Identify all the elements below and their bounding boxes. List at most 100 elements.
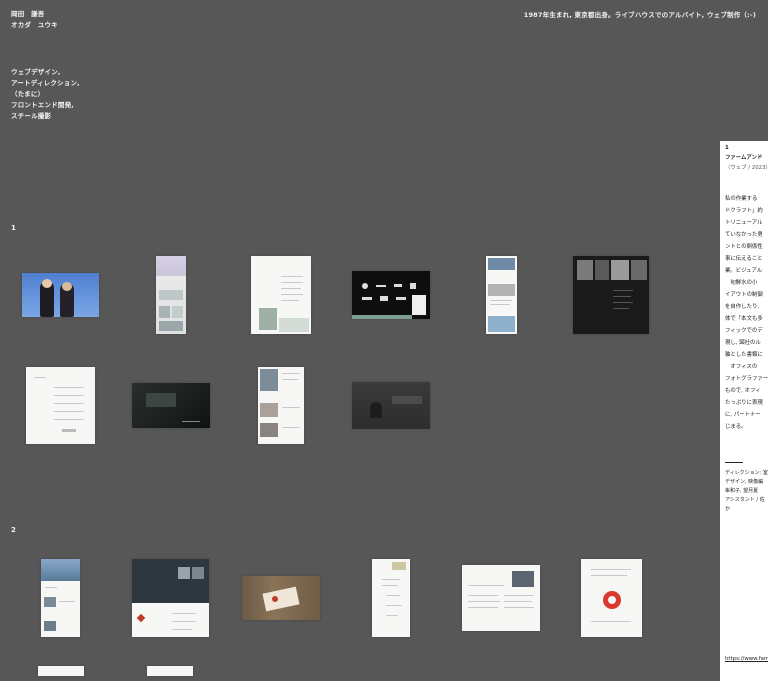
role-item: フロントエンド開発, [11, 101, 74, 109]
logo-mark [136, 613, 146, 623]
detail-body-line: フィックでのデ [725, 328, 763, 334]
image-block [631, 260, 647, 280]
detail-body-line: じまる。 [725, 424, 747, 430]
detail-body-line: 事に伝えること [725, 256, 763, 262]
face [62, 282, 72, 291]
project-thumbnail-navy-header-site[interactable] [132, 559, 209, 637]
detail-body-line: たっぷりに表現 [725, 400, 763, 406]
image-block [146, 393, 176, 407]
image-block [512, 571, 534, 587]
logo-mark [272, 596, 278, 602]
role-item: （たまに） [11, 90, 45, 98]
image-block [279, 318, 309, 332]
image-block [259, 308, 277, 330]
donut-graphic [603, 591, 621, 609]
detail-body-line: ントとの関係性 [725, 244, 763, 250]
project-detail-panel: 1 ファームアンド （ウェブ / 2023） 私の作業する ドクラフト」約 トリ… [720, 141, 768, 681]
detail-body-line: 軸とした書類に [725, 352, 763, 358]
project-thumbnail-landscape-site[interactable] [41, 559, 80, 637]
project-thumbnail-partial[interactable] [147, 666, 193, 676]
project-thumbnail-white-page[interactable] [251, 256, 311, 334]
image-block [44, 621, 56, 631]
image-block [159, 290, 183, 300]
divider [725, 462, 743, 463]
project-thumbnail-dark-logos[interactable] [352, 271, 430, 319]
role-item: アートディレクション, [11, 79, 80, 87]
image-block [488, 258, 515, 270]
project-url-link[interactable]: https://www.fam [725, 655, 768, 664]
detail-body-line: ドクラフト」約 [725, 208, 763, 214]
logo-mark [362, 297, 372, 300]
image-block [488, 284, 515, 296]
credit-line: アシスタント / 佐 [725, 497, 765, 503]
role-item: スチール撮影 [11, 112, 52, 120]
logo-mark [410, 283, 416, 289]
detail-body-line: を自作したり, [725, 304, 760, 310]
project-thumbnail-dark-interior[interactable] [132, 383, 210, 428]
credit-line: デザイン, 映像編 [725, 479, 764, 485]
project-thumbnail-red-chart-page[interactable] [581, 559, 642, 637]
image-block [392, 396, 422, 404]
detail-body-line: 私の作業する [725, 196, 758, 202]
project-thumbnail-form-page[interactable] [26, 367, 95, 444]
paper-sheet [262, 586, 300, 612]
bio-text: 1987年生まれ, 東京都出身。ライブハウスでのアルバイト, ウェブ制作（:-) [523, 11, 756, 19]
section-number-1: 1 [11, 224, 16, 232]
name-kana: オカダ ユウキ [11, 21, 58, 29]
image-block [159, 306, 170, 318]
project-thumbnail-office-photo[interactable] [352, 382, 430, 429]
detail-body-line: に, パートナー [725, 412, 761, 418]
detail-body-line: イアウトの制御 [725, 292, 763, 298]
project-thumbnail-narrow-page[interactable] [372, 559, 410, 637]
detail-body-line: 旬鮮水の小 [725, 280, 758, 286]
image-block [159, 321, 183, 331]
card-block [412, 295, 426, 315]
image-block [44, 597, 56, 607]
project-thumbnail-article-page[interactable] [462, 565, 540, 631]
credit-line: か [725, 506, 731, 512]
image-block [488, 316, 515, 332]
image-block [260, 423, 278, 437]
face [42, 279, 52, 288]
project-thumbnail-mobile-photo-site[interactable] [486, 256, 517, 334]
detail-body-line: 体で「本文も多 [725, 316, 763, 322]
logo-mark [362, 283, 368, 289]
project-thumbnail-mobile-site[interactable] [156, 256, 186, 334]
image-block [260, 403, 278, 417]
name-kanji: 岡田 謙吾 [11, 10, 45, 18]
image-block [172, 306, 183, 318]
detail-body-line: 業。ビジュアル [725, 268, 763, 274]
detail-index: 1 [725, 145, 729, 151]
logo-mark [396, 297, 406, 300]
image-block [178, 567, 190, 579]
credit-line: 峯和子, 望月夏 [725, 488, 759, 494]
submit-block [62, 429, 76, 432]
person-silhouette [370, 402, 382, 418]
detail-body-line: オフィスの [725, 364, 758, 370]
detail-body-line: トリニューアル [725, 220, 763, 226]
credit-line: ディレクション: 室 [725, 470, 768, 476]
detail-title: ファームアンド [725, 155, 763, 161]
image-block [41, 559, 80, 581]
image-block [611, 260, 629, 280]
image-block [392, 562, 406, 570]
detail-meta: （ウェブ / 2023） [725, 165, 768, 171]
footer-bar [352, 315, 412, 319]
project-thumbnail-dark-gallery[interactable] [573, 256, 649, 334]
logo-mark [376, 285, 386, 287]
logo-mark [394, 284, 402, 287]
detail-body-line: 現し, 図社のル [725, 340, 761, 346]
project-thumbnail-partial[interactable] [38, 666, 84, 676]
project-thumbnail-paper-photo[interactable] [242, 576, 320, 620]
detail-body-line: もので, オフィ [725, 388, 761, 394]
header-block [132, 559, 209, 603]
section-number-2: 2 [11, 526, 16, 534]
role-item: ウェブデザイン, [11, 68, 61, 76]
detail-body-line: フォトグラファー [725, 376, 768, 382]
logo-mark [380, 296, 388, 301]
roles-list: ウェブデザイン, アートディレクション, （たまに） フロントエンド開発, スチ… [11, 67, 80, 122]
project-thumbnail-people-page[interactable] [258, 367, 304, 444]
project-thumbnail-portrait-photo[interactable] [22, 273, 99, 317]
detail-body-line: ていなかった男 [725, 232, 763, 238]
image-block [260, 369, 278, 391]
